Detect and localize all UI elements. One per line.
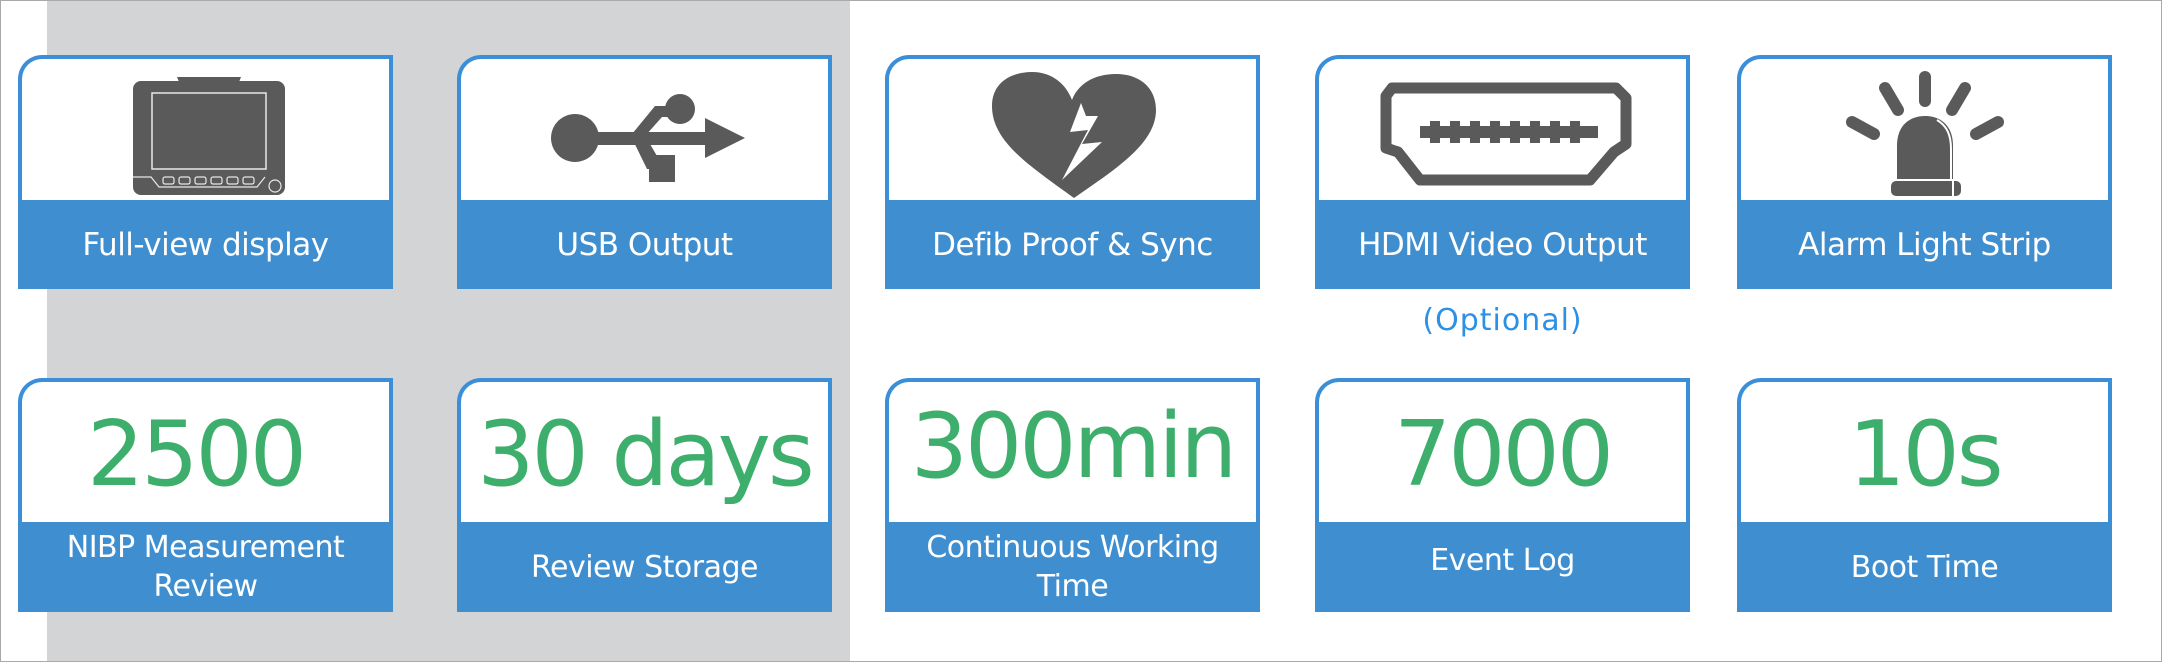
spec-label-line: NIBP Measurement xyxy=(66,530,345,565)
spec-label: NIBP Measurement Review xyxy=(18,522,393,612)
monitor-icon xyxy=(133,77,285,195)
feature-card-hdmi-video-output: HDMI Video Output xyxy=(1315,55,1690,289)
alarm-light-icon xyxy=(1846,71,2004,196)
spec-value: 10s xyxy=(1848,401,2003,507)
spec-card-event-log: 7000 Event Log xyxy=(1315,378,1690,612)
feature-card-full-view-display: Full-view display xyxy=(18,55,393,289)
spec-label-line: Boot Time xyxy=(1850,549,1999,585)
feature-label: USB Output xyxy=(457,200,832,289)
card-value-area: 30 days xyxy=(457,378,832,522)
spec-card-review-storage: 30 days Review Storage xyxy=(457,378,832,612)
spec-value: 30 days xyxy=(477,401,815,507)
card-icon-area xyxy=(1315,55,1690,200)
spec-label-line: Review xyxy=(153,569,258,604)
card-icon-area xyxy=(1737,55,2112,200)
spec-label: Event Log xyxy=(1315,522,1690,612)
spec-card-boot-time: 10s Boot Time xyxy=(1737,378,2112,612)
spec-card-continuous-working-time: 300min Continuous Working Time xyxy=(885,378,1260,612)
spec-label-line: Review Storage xyxy=(531,549,758,585)
feature-label: Full-view display xyxy=(18,200,393,289)
spec-label: Review Storage xyxy=(457,522,832,612)
feature-label: Defib Proof & Sync xyxy=(885,200,1260,289)
feature-label: HDMI Video Output xyxy=(1315,200,1690,289)
feature-card-alarm-light-strip: Alarm Light Strip xyxy=(1737,55,2112,289)
usb-icon xyxy=(551,94,745,182)
card-icon-area xyxy=(18,55,393,200)
feature-card-defib-proof-sync: Defib Proof & Sync xyxy=(885,55,1260,289)
spec-label: Boot Time xyxy=(1737,522,2112,612)
defib-heart-icon xyxy=(992,72,1156,198)
spec-value: 7000 xyxy=(1393,401,1614,507)
card-value-area: 10s xyxy=(1737,378,2112,522)
spec-label-line: Time xyxy=(1036,569,1109,604)
card-value-area: 7000 xyxy=(1315,378,1690,522)
card-icon-area xyxy=(885,55,1260,200)
spec-value: 2500 xyxy=(86,401,307,507)
card-value-area: 2500 xyxy=(18,378,393,522)
spec-label-line: Event Log xyxy=(1430,542,1575,578)
optional-note: (Optional) xyxy=(1422,303,1583,338)
feature-label: Alarm Light Strip xyxy=(1737,200,2112,289)
spec-value: 300min xyxy=(910,393,1238,499)
card-value-area: 300min xyxy=(885,378,1260,522)
spec-label: Continuous Working Time xyxy=(885,522,1260,612)
feature-card-usb-output: USB Output xyxy=(457,55,832,289)
spec-card-nibp-review: 2500 NIBP Measurement Review xyxy=(18,378,393,612)
card-icon-area xyxy=(457,55,832,200)
hdmi-port-icon xyxy=(1380,82,1632,186)
spec-label-line: Continuous Working xyxy=(926,530,1219,565)
